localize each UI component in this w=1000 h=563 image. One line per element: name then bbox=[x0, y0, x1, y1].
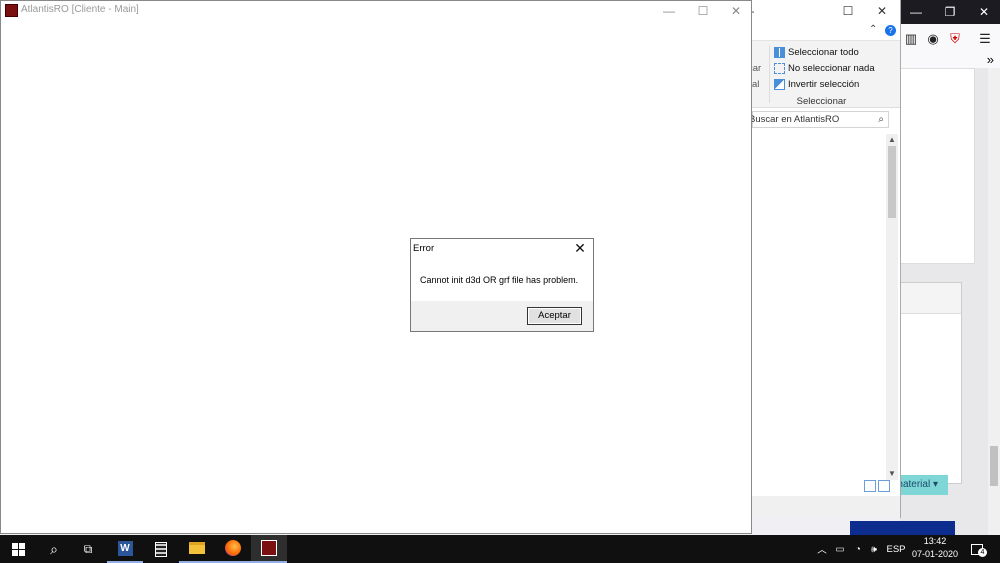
dialog-titlebar: Error ✕ bbox=[411, 239, 593, 259]
accept-button[interactable]: Aceptar bbox=[527, 307, 582, 325]
select-all-label: Seleccionar todo bbox=[788, 46, 859, 58]
scroll-down-icon[interactable]: ▼ bbox=[886, 468, 898, 480]
chevron-up-icon: ︿ bbox=[817, 545, 827, 556]
clock-date: 07-01-2020 bbox=[911, 549, 959, 559]
taskbar-search-icon: ⌕ bbox=[50, 540, 58, 557]
account-icon[interactable]: ◉ bbox=[924, 30, 942, 48]
task-view-button[interactable]: ⧉ bbox=[70, 535, 106, 563]
browser-page bbox=[900, 68, 990, 535]
notification-count-badge: 4 bbox=[978, 548, 987, 557]
game-client-icon bbox=[261, 540, 277, 556]
explorer-window: — ☐ ✕ ⌃ ? car al Seleccionar todo No sel… bbox=[742, 0, 901, 518]
overflow-icon[interactable]: » bbox=[987, 52, 994, 67]
firefox-taskbar-button[interactable] bbox=[215, 535, 251, 563]
search-button[interactable]: ⌕ bbox=[36, 535, 72, 563]
ribbon-left-label: al bbox=[752, 79, 760, 90]
select-none-label: No seleccionar nada bbox=[788, 62, 875, 74]
explorer-taskbar-button[interactable] bbox=[179, 535, 215, 563]
dialog-close-icon[interactable]: ✕ bbox=[572, 240, 588, 257]
explorer-maximize-button[interactable]: ☐ bbox=[832, 0, 864, 22]
dialog-title: Error bbox=[413, 243, 435, 254]
explorer-statusbar bbox=[752, 496, 900, 518]
game-window: AtlantisRO [Cliente - Main] — ☐ ✕ bbox=[0, 0, 752, 534]
navy-button[interactable] bbox=[850, 521, 955, 535]
app-icon bbox=[5, 4, 18, 17]
word-taskbar-button[interactable]: W bbox=[107, 535, 143, 563]
explorer-search-input[interactable]: Buscar en AtlantisRO ⌕ bbox=[749, 111, 889, 128]
select-none-icon bbox=[774, 62, 785, 74]
game-maximize-button[interactable]: ☐ bbox=[686, 1, 720, 21]
browser-close-button[interactable]: ✕ bbox=[968, 0, 1000, 24]
game-close-button[interactable]: ✕ bbox=[719, 1, 753, 21]
firefox-icon bbox=[225, 540, 241, 556]
help-icon[interactable]: ? bbox=[885, 25, 896, 36]
word-icon: W bbox=[117, 540, 133, 556]
browser-titlebar: — ❐ ✕ bbox=[900, 0, 1000, 24]
volume-icon[interactable]: 🕪 bbox=[866, 535, 882, 563]
search-placeholder: Buscar en AtlantisRO bbox=[749, 114, 840, 125]
explorer-ribbon: car al Seleccionar todo No seleccionar n… bbox=[748, 40, 900, 108]
calculator-taskbar-button[interactable] bbox=[143, 535, 179, 563]
invert-selection-button[interactable]: Invertir selección bbox=[774, 77, 859, 91]
search-icon[interactable]: ⌕ bbox=[878, 112, 884, 127]
start-button[interactable] bbox=[0, 535, 36, 563]
ublock-icon[interactable]: ⛨ bbox=[946, 30, 964, 48]
page-panel bbox=[900, 282, 962, 484]
dialog-message: Cannot init d3d OR grf file has problem. bbox=[420, 275, 579, 285]
language-indicator[interactable]: ESP bbox=[885, 535, 907, 563]
select-none-button[interactable]: No seleccionar nada bbox=[774, 61, 875, 75]
show-hidden-icons-button[interactable]: ︿ bbox=[815, 535, 829, 563]
clock-time: 13:42 bbox=[923, 536, 947, 546]
details-view-icon[interactable] bbox=[864, 480, 876, 492]
taskbar: ⌕ ⧉ W ︿ ▭ ◔ 🕪 ESP 4 bbox=[0, 535, 1000, 563]
calculator-icon bbox=[155, 541, 167, 557]
browser-minimize-button[interactable]: — bbox=[900, 0, 932, 24]
wifi-icon[interactable]: ◔ bbox=[850, 535, 866, 563]
battery-icon[interactable]: ▭ bbox=[832, 535, 848, 563]
error-dialog: Error ✕ Cannot init d3d OR grf file has … bbox=[410, 238, 594, 332]
game-window-title: AtlantisRO [Cliente - Main] bbox=[21, 4, 139, 15]
explorer-titlebar: — ☐ ✕ bbox=[742, 0, 900, 22]
chevron-up-icon[interactable]: ⌃ bbox=[869, 24, 877, 35]
scroll-up-icon[interactable]: ▲ bbox=[886, 134, 898, 146]
browser-toolbar: ▥ ◉ ⛨ ☰ bbox=[900, 24, 1000, 55]
page-card bbox=[900, 68, 975, 264]
explorer-close-button[interactable]: ✕ bbox=[866, 0, 898, 22]
notification-center-button[interactable]: 4 bbox=[966, 535, 988, 563]
folder-icon bbox=[189, 542, 205, 554]
browser-menu-icon[interactable]: ☰ bbox=[976, 30, 994, 48]
invert-selection-icon bbox=[774, 78, 785, 90]
ribbon-group-label: Seleccionar bbox=[796, 96, 847, 107]
sidebar-icon[interactable]: ▥ bbox=[902, 30, 920, 48]
explorer-quickbar: ⌃ ? bbox=[752, 22, 900, 40]
ribbon-divider bbox=[769, 45, 770, 103]
taskbar-clock[interactable]: 13:42 07-01-2020 bbox=[905, 535, 965, 563]
dialog-footer: Aceptar bbox=[411, 301, 593, 331]
browser-scrollbar[interactable] bbox=[988, 68, 1000, 535]
invert-selection-label: Invertir selección bbox=[788, 78, 860, 90]
windows-icon bbox=[11, 542, 25, 556]
scroll-thumb[interactable] bbox=[888, 146, 896, 218]
view-toggle bbox=[864, 480, 894, 494]
task-view-icon: ⧉ bbox=[83, 541, 93, 556]
explorer-scrollbar[interactable]: ▲ ▼ bbox=[886, 134, 898, 480]
game-titlebar: AtlantisRO [Cliente - Main] — ☐ ✕ bbox=[1, 1, 751, 21]
bookmarks-bar: » bbox=[900, 52, 1000, 69]
game-taskbar-button[interactable] bbox=[251, 535, 287, 563]
game-minimize-button[interactable]: — bbox=[652, 1, 686, 21]
browser-restore-button[interactable]: ❐ bbox=[934, 0, 966, 24]
large-icons-view-icon[interactable] bbox=[878, 480, 890, 492]
select-all-icon bbox=[774, 46, 785, 58]
select-all-button[interactable]: Seleccionar todo bbox=[774, 45, 859, 59]
